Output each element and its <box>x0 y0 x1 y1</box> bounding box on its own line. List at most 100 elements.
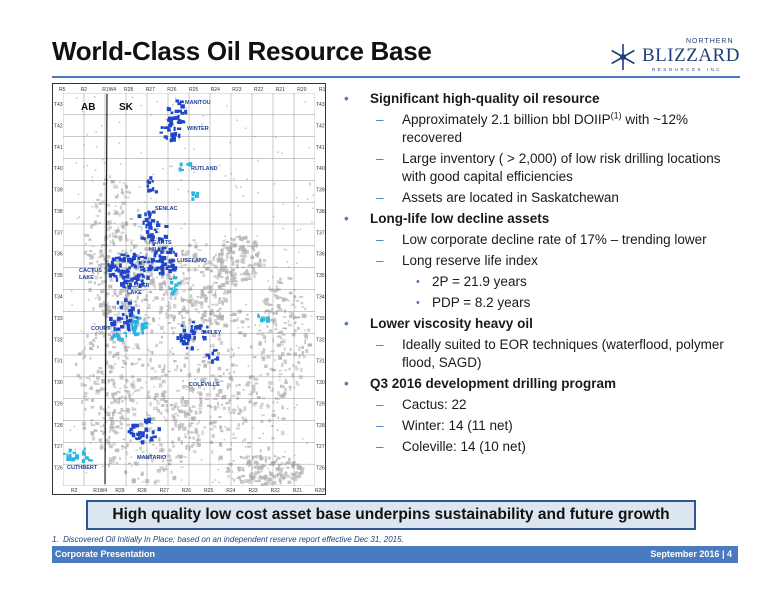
land-parcel <box>112 320 117 324</box>
land-parcel <box>176 127 182 130</box>
township-label-right: T43 <box>316 102 325 108</box>
footer-page-info: September 2016 | 4 <box>650 549 732 559</box>
land-parcel <box>156 220 159 224</box>
footer-bar: Corporate Presentation September 2016 | … <box>52 546 738 563</box>
land-parcel <box>148 264 152 268</box>
bullet-level2: – Approximately 2.1 billion bbl DOIIP(1) … <box>340 111 740 147</box>
land-parcel <box>140 440 145 445</box>
land-parcel <box>174 288 178 291</box>
bullet-level1: • Lower viscosity heavy oil <box>340 315 740 333</box>
land-parcel <box>167 128 171 132</box>
land-parcel <box>128 259 131 263</box>
land-parcel <box>162 246 167 250</box>
township-label-left: T36 <box>54 252 63 258</box>
land-parcel <box>110 260 114 266</box>
bullet-text: Large inventory ( > 2,000) of low risk d… <box>402 151 721 184</box>
land-parcel <box>132 314 136 319</box>
land-parcel <box>178 133 181 138</box>
footnote: 1. Discovered Oil Initially In Place; ba… <box>52 535 404 544</box>
township-label-right: T35 <box>316 273 325 279</box>
township-label-left: T42 <box>54 123 63 129</box>
land-parcel <box>123 270 127 275</box>
township-label-right: T32 <box>316 337 325 343</box>
range-label-top: R25 <box>189 87 198 93</box>
range-label-top: R26 <box>167 87 176 93</box>
range-label-bottom: R2 <box>71 488 78 494</box>
bullet-text: Winter: 14 (11 net) <box>402 418 513 433</box>
land-parcel <box>132 256 136 260</box>
area-label: WINTER <box>187 126 209 132</box>
land-parcel <box>150 261 154 264</box>
snowflake-icon <box>611 44 635 70</box>
bullet-level2: – Ideally suited to EOR techniques (water… <box>340 336 740 372</box>
page-number: 4 <box>726 549 732 559</box>
land-parcel <box>166 106 170 111</box>
area-label: CUTHBERT <box>67 465 98 471</box>
land-parcel <box>151 180 154 183</box>
land-parcel <box>211 351 215 356</box>
land-parcel <box>149 176 153 180</box>
land-parcel <box>194 194 199 198</box>
land-parcel <box>140 268 144 271</box>
land-parcel <box>140 279 144 283</box>
land-parcel <box>174 283 178 287</box>
area-label: COURT <box>91 326 111 332</box>
land-parcel <box>140 236 144 240</box>
township-label-right: T30 <box>316 380 325 386</box>
range-label-bottom: R23 <box>249 488 258 494</box>
land-parcel <box>123 332 127 335</box>
bullet-text: Coleville: 14 (10 net) <box>402 439 526 454</box>
township-label-right: T40 <box>316 166 325 172</box>
bullet-marker: • <box>344 376 349 391</box>
bullet-text: Low corporate decline rate of 17% – tren… <box>402 232 707 247</box>
land-parcel <box>126 326 131 331</box>
range-label-top: R21 <box>276 87 285 93</box>
land-parcel <box>142 220 145 225</box>
land-parcel <box>145 434 149 439</box>
dash-marker: – <box>376 337 384 352</box>
land-parcel <box>144 427 149 432</box>
bullet-marker: • <box>344 211 349 226</box>
land-parcel <box>173 132 178 137</box>
area-label: MANTARIO <box>137 455 167 461</box>
land-parcel <box>173 286 176 289</box>
bullet-level3: • PDP = 8.2 years <box>340 294 740 312</box>
land-parcel <box>68 449 73 452</box>
bullet-level2: – Coleville: 14 (10 net) <box>340 438 740 456</box>
land-parcel <box>115 334 119 338</box>
land-parcel <box>165 266 169 271</box>
land-parcel <box>82 451 86 456</box>
area-label: HILL <box>149 247 162 253</box>
land-parcel <box>177 109 182 112</box>
land-parcel <box>170 111 174 114</box>
range-label-top: R19W3 <box>319 87 325 93</box>
land-parcel <box>177 281 182 285</box>
land-parcel <box>176 336 180 341</box>
land-parcel <box>72 457 76 462</box>
bullet-marker: • <box>416 297 420 309</box>
land-parcel <box>179 162 183 167</box>
dash-marker: – <box>376 190 384 205</box>
land-parcel <box>113 275 118 278</box>
land-parcel <box>182 328 187 333</box>
land-parcel <box>110 321 114 326</box>
land-parcel <box>175 99 180 103</box>
land-parcel <box>63 452 66 455</box>
land-parcel <box>195 325 200 330</box>
land-parcel <box>145 419 148 424</box>
dash-marker: – <box>376 232 384 247</box>
land-parcel <box>137 256 141 260</box>
land-parcel <box>125 274 130 279</box>
township-label-left: T33 <box>54 316 63 322</box>
bullet-level2: – Low corporate decline rate of 17% – tre… <box>340 231 740 249</box>
township-label-right: T31 <box>316 359 325 365</box>
land-parcel <box>126 279 130 283</box>
range-label-top: R24 <box>211 87 220 93</box>
land-parcel <box>142 267 146 271</box>
area-label: CACTUS <box>79 268 102 274</box>
land-parcel <box>169 277 173 281</box>
township-label-left: T39 <box>54 188 63 194</box>
township-label-left: T27 <box>54 444 63 450</box>
bullet-text: PDP = 8.2 years <box>432 295 531 310</box>
land-parcel <box>163 262 168 267</box>
